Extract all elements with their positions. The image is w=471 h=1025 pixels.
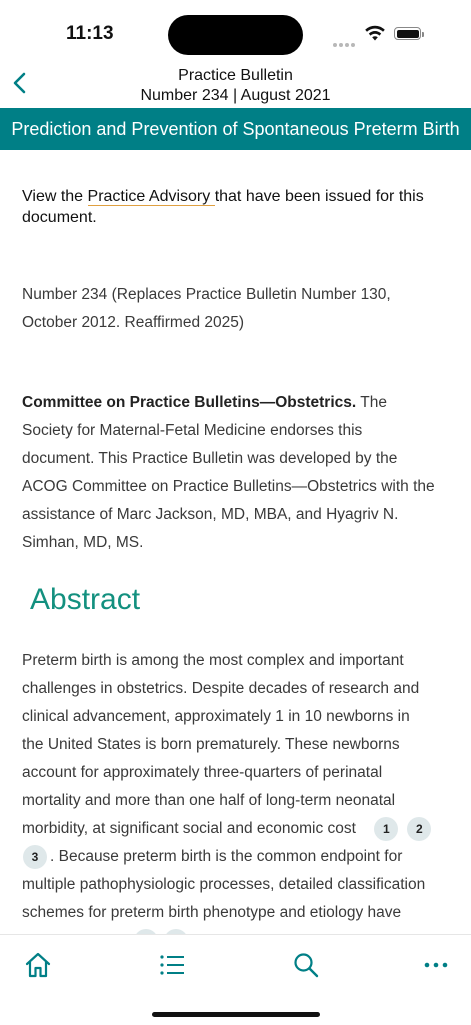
abstract-heading: Abstract bbox=[30, 583, 141, 616]
tab-contents[interactable] bbox=[153, 949, 193, 981]
partial-line bbox=[22, 927, 454, 934]
search-icon bbox=[294, 953, 319, 978]
document-content[interactable]: View the Practice Advisory that have bee… bbox=[0, 150, 471, 934]
nav-title: Practice Bulletin Number 234 | August 20… bbox=[0, 66, 471, 106]
bulletin-number: Number 234 (Replaces Practice Bulletin N… bbox=[22, 286, 391, 331]
citation-badge[interactable]: 3 bbox=[23, 844, 47, 869]
tab-search[interactable] bbox=[286, 949, 326, 981]
nav-title-line1: Practice Bulletin bbox=[178, 67, 293, 84]
tab-home[interactable] bbox=[18, 949, 58, 981]
committee-name: Committee on Practice Bulletins—Obstetri… bbox=[22, 394, 357, 411]
more-icon bbox=[424, 962, 448, 968]
abstract-paragraph: Preterm birth is among the most complex … bbox=[22, 647, 454, 934]
list-icon bbox=[160, 955, 184, 975]
citation-badge[interactable]: 2 bbox=[407, 816, 432, 841]
status-time: 11:13 bbox=[66, 23, 114, 44]
citation-badge[interactable]: 1 bbox=[374, 816, 399, 841]
battery-icon bbox=[394, 27, 424, 40]
committee-paragraph: Committee on Practice Bulletins—Obstetri… bbox=[22, 394, 435, 551]
practice-advisory-link[interactable]: Practice Advisory bbox=[87, 188, 215, 206]
navigation-bar: Practice Bulletin Number 234 | August 20… bbox=[0, 62, 471, 108]
status-bar: 11:13 bbox=[0, 0, 471, 62]
tab-more[interactable] bbox=[416, 949, 456, 981]
bottom-tab-bar bbox=[0, 934, 471, 1025]
home-indicator bbox=[152, 1012, 320, 1017]
dynamic-island bbox=[168, 15, 303, 55]
nav-title-line2: Number 234 | August 2021 bbox=[140, 87, 331, 104]
practice-advisory-notice: View the Practice Advisory that have bee… bbox=[22, 188, 424, 226]
home-icon bbox=[25, 952, 51, 978]
cellular-signal-icon bbox=[333, 34, 357, 52]
document-title-banner: Prediction and Prevention of Spontaneous… bbox=[0, 108, 471, 150]
wifi-icon bbox=[365, 25, 385, 41]
